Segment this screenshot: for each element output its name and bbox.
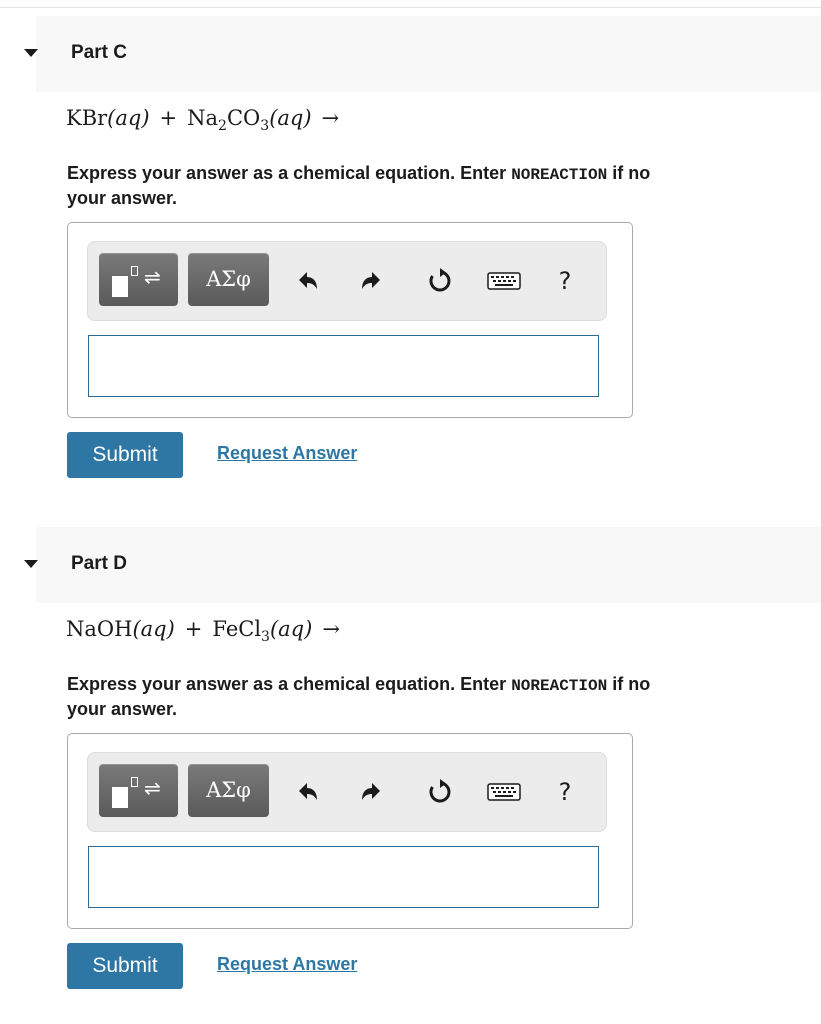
keyboard-icon[interactable] [484,266,524,296]
request-answer-link[interactable]: Request Answer [217,443,357,464]
redo-icon[interactable] [356,777,386,807]
reset-icon[interactable] [425,266,455,296]
chevron-down-icon[interactable] [24,49,38,57]
math-toolbar: ⇌ ΑΣφ ? [87,752,607,832]
math-toolbar: ⇌ ΑΣφ ? [87,241,607,321]
top-divider [0,7,821,8]
part-title[interactable]: Part C [71,42,127,64]
greek-symbols-button[interactable]: ΑΣφ [188,253,269,306]
part-c-header[interactable] [36,16,821,92]
part-d-header[interactable] [36,527,821,603]
answer-box: ⇌ ΑΣφ ? [67,222,633,418]
part-title[interactable]: Part D [71,553,127,575]
instruction-text: Express your answer as a chemical equati… [67,163,651,208]
templates-button[interactable]: ⇌ [99,253,178,306]
templates-button[interactable]: ⇌ [99,764,178,817]
answer-box: ⇌ ΑΣφ ? [67,733,633,929]
answer-input[interactable] [88,846,599,908]
request-answer-link[interactable]: Request Answer [217,954,357,975]
keyboard-icon[interactable] [484,777,524,807]
undo-icon[interactable] [293,777,323,807]
answer-input[interactable] [88,335,599,397]
reaction-equation: KBr(aq) + Na2CO3(aq) → [66,106,340,134]
help-icon[interactable]: ? [550,777,580,807]
reset-icon[interactable] [425,777,455,807]
help-icon[interactable]: ? [550,266,580,296]
redo-icon[interactable] [356,266,386,296]
reaction-equation: NaOH(aq) + FeCl3(aq) → [66,617,340,645]
submit-button[interactable]: Submit [67,432,183,478]
undo-icon[interactable] [293,266,323,296]
instruction-text: Express your answer as a chemical equati… [67,674,651,719]
submit-button[interactable]: Submit [67,943,183,989]
greek-symbols-button[interactable]: ΑΣφ [188,764,269,817]
chevron-down-icon[interactable] [24,560,38,568]
